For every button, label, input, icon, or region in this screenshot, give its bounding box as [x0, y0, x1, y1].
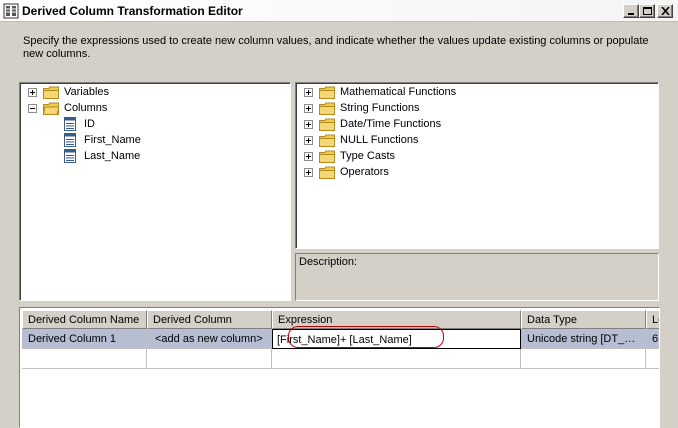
empty-cell[interactable] — [646, 349, 659, 369]
description-label: Description: — [299, 256, 358, 268]
folder-icon — [319, 150, 335, 163]
derived-columns-grid[interactable]: Derived Column Name Derived Column Expre… — [19, 307, 660, 428]
derived-column-cell[interactable]: <add as new column> — [147, 329, 272, 349]
editor-window: Derived Column Transformation Editor Spe… — [0, 0, 678, 428]
minimize-button[interactable] — [623, 4, 639, 18]
column-icon — [64, 133, 76, 147]
tree-node-column[interactable]: First_Name — [64, 132, 141, 148]
tree-label: First_Name — [84, 134, 141, 146]
instructions-text: Specify the expressions used to create n… — [23, 35, 649, 60]
title-bar[interactable]: Derived Column Transformation Editor — [0, 0, 678, 22]
tree-node-columns[interactable]: Columns — [28, 100, 107, 116]
tree-label: Operators — [340, 166, 389, 178]
derived-column-name-cell[interactable]: Derived Column 1 — [22, 329, 147, 349]
folder-icon — [319, 166, 335, 179]
columns-tree[interactable]: Variables Columns ID First_Name Last_Nam… — [19, 82, 291, 301]
expand-icon[interactable] — [304, 151, 313, 161]
tree-node-function-category[interactable]: Date/Time Functions — [304, 116, 441, 132]
expand-icon[interactable] — [304, 103, 313, 113]
tree-node-function-category[interactable]: Type Casts — [304, 148, 395, 164]
expression-input[interactable]: [First_Name]+ [Last_Name] — [272, 329, 521, 349]
tree-label: Mathematical Functions — [340, 86, 457, 98]
minimize-icon — [628, 13, 634, 15]
description-panel: Description: — [295, 253, 659, 301]
expand-icon[interactable] — [28, 87, 37, 97]
column-icon — [64, 149, 76, 163]
column-header-data-type[interactable]: Data Type — [521, 310, 646, 329]
maximize-button[interactable] — [639, 4, 655, 18]
tree-node-function-category[interactable]: NULL Functions — [304, 132, 418, 148]
length-cell[interactable]: 6 — [646, 329, 659, 349]
column-header-length[interactable]: Le — [646, 310, 659, 329]
tree-node-variables[interactable]: Variables — [28, 84, 109, 100]
expand-icon[interactable] — [304, 135, 313, 145]
tree-label: NULL Functions — [340, 134, 419, 146]
folder-icon — [319, 118, 335, 131]
tree-label: Date/Time Functions — [340, 118, 442, 130]
table-row-empty[interactable] — [22, 349, 659, 369]
empty-cell[interactable] — [272, 349, 521, 369]
grid-header: Derived Column Name Derived Column Expre… — [22, 310, 659, 329]
close-button[interactable] — [657, 4, 673, 18]
tree-node-column[interactable]: Last_Name — [64, 148, 140, 164]
folder-icon — [319, 102, 335, 115]
close-icon — [661, 7, 670, 15]
tree-label: Columns — [64, 102, 108, 114]
data-type-cell[interactable]: Unicode string [DT_… — [521, 329, 646, 349]
folder-icon — [43, 86, 59, 99]
tree-label: Variables — [64, 86, 110, 98]
functions-tree[interactable]: Mathematical Functions String Functions … — [295, 82, 659, 249]
expand-icon[interactable] — [304, 119, 313, 129]
expand-icon[interactable] — [304, 87, 313, 97]
collapse-icon[interactable] — [28, 103, 37, 113]
tree-label: Type Casts — [340, 150, 396, 162]
tree-node-function-category[interactable]: String Functions — [304, 100, 419, 116]
tree-node-function-category[interactable]: Mathematical Functions — [304, 84, 456, 100]
app-icon — [3, 3, 19, 19]
tree-label: String Functions — [340, 102, 420, 114]
expand-icon[interactable] — [304, 167, 313, 177]
folder-open-icon — [43, 102, 59, 115]
column-header-expression[interactable]: Expression — [272, 310, 521, 329]
tree-label: ID — [84, 118, 95, 130]
empty-cell[interactable] — [521, 349, 646, 369]
maximize-icon — [643, 7, 652, 15]
empty-cell[interactable] — [147, 349, 272, 369]
window-title: Derived Column Transformation Editor — [22, 4, 243, 18]
column-icon — [64, 117, 76, 131]
tree-node-column[interactable]: ID — [64, 116, 95, 132]
folder-icon — [319, 134, 335, 147]
column-header-derived-column[interactable]: Derived Column — [147, 310, 272, 329]
empty-cell[interactable] — [22, 349, 147, 369]
folder-icon — [319, 86, 335, 99]
tree-node-function-category[interactable]: Operators — [304, 164, 389, 180]
table-row[interactable]: Derived Column 1 <add as new column> [Fi… — [22, 329, 659, 349]
tree-label: Last_Name — [84, 150, 141, 162]
column-header-name[interactable]: Derived Column Name — [22, 310, 147, 329]
